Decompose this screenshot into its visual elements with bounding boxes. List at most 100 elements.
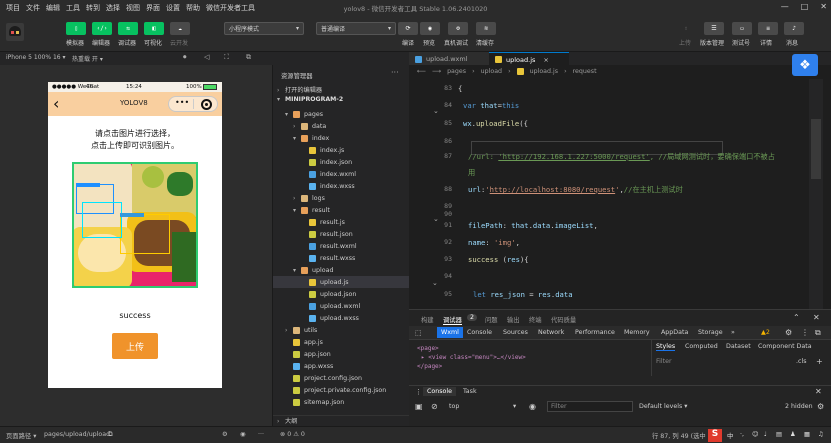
tree-item-upload-wxml[interactable]: upload.wxml	[273, 300, 410, 312]
code-line[interactable]: var that=this	[463, 101, 519, 110]
ime-mode[interactable]: 中	[727, 431, 733, 440]
tree-item-upload-wxss[interactable]: upload.wxss	[273, 312, 410, 324]
tab-dataset[interactable]: Dataset	[726, 343, 751, 350]
tab-upload-js[interactable]: upload.js ×	[489, 52, 569, 66]
tab-storage[interactable]: Storage	[698, 329, 723, 336]
tree-item-pages[interactable]: ▾ pages	[273, 108, 410, 120]
tab-code-quality[interactable]: 代码质量	[551, 315, 576, 324]
eye-icon[interactable]: ◉	[529, 402, 536, 411]
code-line[interactable]: //url: 'http://192.168.1.227:5000/reques…	[468, 152, 775, 162]
details-button[interactable]: ≡	[758, 22, 778, 35]
code-line[interactable]: wx.uploadFile({	[463, 119, 528, 128]
sound-icon[interactable]: ◁	[204, 53, 209, 61]
tree-item-project-config-json[interactable]: project.config.json	[273, 372, 410, 384]
context-select[interactable]: top	[449, 403, 459, 410]
tree-item-data[interactable]: › data	[273, 120, 410, 132]
tab-component-data[interactable]: Component Data	[758, 343, 812, 350]
outline-section[interactable]: › 大纲	[273, 415, 410, 426]
tab-appdata[interactable]: AppData	[661, 329, 688, 336]
tree-item-result-wxml[interactable]: result.wxml	[273, 240, 410, 252]
problems-count[interactable]: ⊗ 0 ⚠ 0	[280, 431, 305, 438]
more-tabs-icon[interactable]: »	[731, 329, 735, 336]
code-line[interactable]: let res_json = res.data	[473, 290, 573, 299]
collapse-icon[interactable]: ⌃	[793, 313, 800, 322]
tree-item-index-json[interactable]: index.json	[273, 156, 410, 168]
keyboard-icon[interactable]: ▤	[776, 431, 782, 438]
warning-count[interactable]: ▲2	[761, 329, 770, 336]
project-section[interactable]: ▾ MINIPROGRAM-2	[273, 96, 410, 107]
breadcrumb-item[interactable]: request	[573, 68, 597, 75]
dock-icon[interactable]: ⧉	[815, 328, 821, 338]
wxml-line[interactable]: ▸ <view class="menu">…</view>	[417, 353, 647, 362]
visual-toggle-button[interactable]: ◧	[144, 22, 164, 35]
mic-icon[interactable]: ♩	[764, 431, 767, 438]
emoji-icon[interactable]: ☺	[752, 431, 759, 438]
cloud-dev-button[interactable]: ☁	[170, 22, 190, 35]
tab-drawer-task[interactable]: Task	[463, 388, 477, 395]
tree-item-logs[interactable]: › logs	[273, 192, 410, 204]
add-style-icon[interactable]: +	[816, 357, 823, 366]
styles-filter-input[interactable]: Filter	[656, 358, 672, 365]
hotreload-select[interactable]: 热重载 开 ▾	[72, 54, 103, 63]
mode-select[interactable]: 小程序模式 ▾	[224, 22, 304, 35]
tree-item-index[interactable]: ▾ index	[273, 132, 410, 144]
skin-icon[interactable]: ♟	[790, 431, 796, 438]
back-icon[interactable]: ‹	[53, 94, 59, 113]
tab-memory[interactable]: Memory	[624, 329, 650, 336]
tree-item-app-js[interactable]: app.js	[273, 336, 410, 348]
tab-debugger[interactable]: 调试器	[443, 315, 462, 325]
tab-terminal[interactable]: 终端	[529, 315, 542, 324]
gear-icon[interactable]: ⚙	[785, 328, 792, 337]
tab-problems[interactable]: 问题	[485, 315, 498, 324]
console-filter-input[interactable]: Filter	[547, 401, 633, 412]
editor-toggle-button[interactable]: ‹/›	[92, 22, 112, 35]
code-line[interactable]: filePath: that.data.imageList,	[468, 221, 598, 230]
fold-icon[interactable]: ⌄	[432, 279, 442, 287]
tree-item-upload[interactable]: ▾ upload	[273, 264, 410, 276]
tree-item-sitemap-json[interactable]: sitemap.json	[273, 396, 410, 408]
tree-item-index-js[interactable]: index.js	[273, 144, 410, 156]
maximize-icon[interactable]: □	[801, 2, 809, 11]
detach-icon[interactable]: ⧉	[246, 53, 251, 62]
log-levels-select[interactable]: Default levels ▾	[639, 403, 687, 410]
tree-item-result[interactable]: ▾ result	[273, 204, 410, 216]
editor-scrollbar[interactable]	[809, 79, 823, 309]
more-vert-icon[interactable]: ⋮	[801, 328, 809, 337]
nav-forward-icon[interactable]: ⟶	[432, 68, 441, 75]
tab-sources[interactable]: Sources	[503, 329, 528, 336]
clear-cache-button[interactable]: ≋	[476, 22, 496, 35]
tree-item-result-wxss[interactable]: result.wxss	[273, 252, 410, 264]
upload-button[interactable]: ⇧	[676, 22, 696, 35]
code-line[interactable]: url:'http://localhost:8080/request',//在主…	[468, 185, 683, 195]
debugger-toggle-button[interactable]: ⇆	[118, 22, 138, 35]
page-path-label[interactable]: 页面路径 ▾	[6, 431, 36, 440]
detection-image[interactable]	[72, 162, 198, 288]
more-icon[interactable]: ···	[258, 431, 264, 438]
test-account-button[interactable]: ▭	[732, 22, 752, 35]
close-tab-icon[interactable]: ×	[543, 56, 548, 64]
sidebar-toggle-icon[interactable]: ▣	[415, 402, 423, 411]
tab-computed[interactable]: Computed	[685, 343, 718, 350]
tree-item-upload-json[interactable]: upload.json	[273, 288, 410, 300]
tree-item-result-json[interactable]: result.json	[273, 228, 410, 240]
drawer-menu-icon[interactable]: ⋮	[415, 388, 422, 396]
tab-wxml[interactable]: Wxml	[437, 327, 463, 338]
tab-drawer-console[interactable]: Console	[423, 387, 456, 396]
more-actions-icon[interactable]: ···	[391, 68, 399, 77]
settings-icon[interactable]: ⚙	[222, 431, 228, 438]
fullscreen-icon[interactable]: ⛶	[224, 53, 229, 62]
code-line[interactable]: 用	[468, 168, 475, 178]
preview-button[interactable]: ◉	[420, 22, 440, 35]
bell-icon[interactable]: ♫	[818, 431, 824, 438]
close-mini-program-icon[interactable]	[201, 99, 212, 110]
breadcrumb-item[interactable]: upload.js	[530, 68, 558, 75]
nav-back-icon[interactable]: ⟵	[417, 68, 426, 75]
code-line[interactable]: {	[458, 84, 462, 93]
compile-button[interactable]: ⟳	[398, 22, 418, 35]
tree-item-app-json[interactable]: app.json	[273, 348, 410, 360]
code-line[interactable]: success (res){	[468, 255, 529, 264]
compile-select[interactable]: 普通编译 ▾	[316, 22, 396, 35]
simulator-toggle-button[interactable]: ▯	[66, 22, 86, 35]
toolbox-icon[interactable]: ▦	[804, 431, 810, 438]
wxml-line[interactable]: <page>	[417, 344, 647, 353]
